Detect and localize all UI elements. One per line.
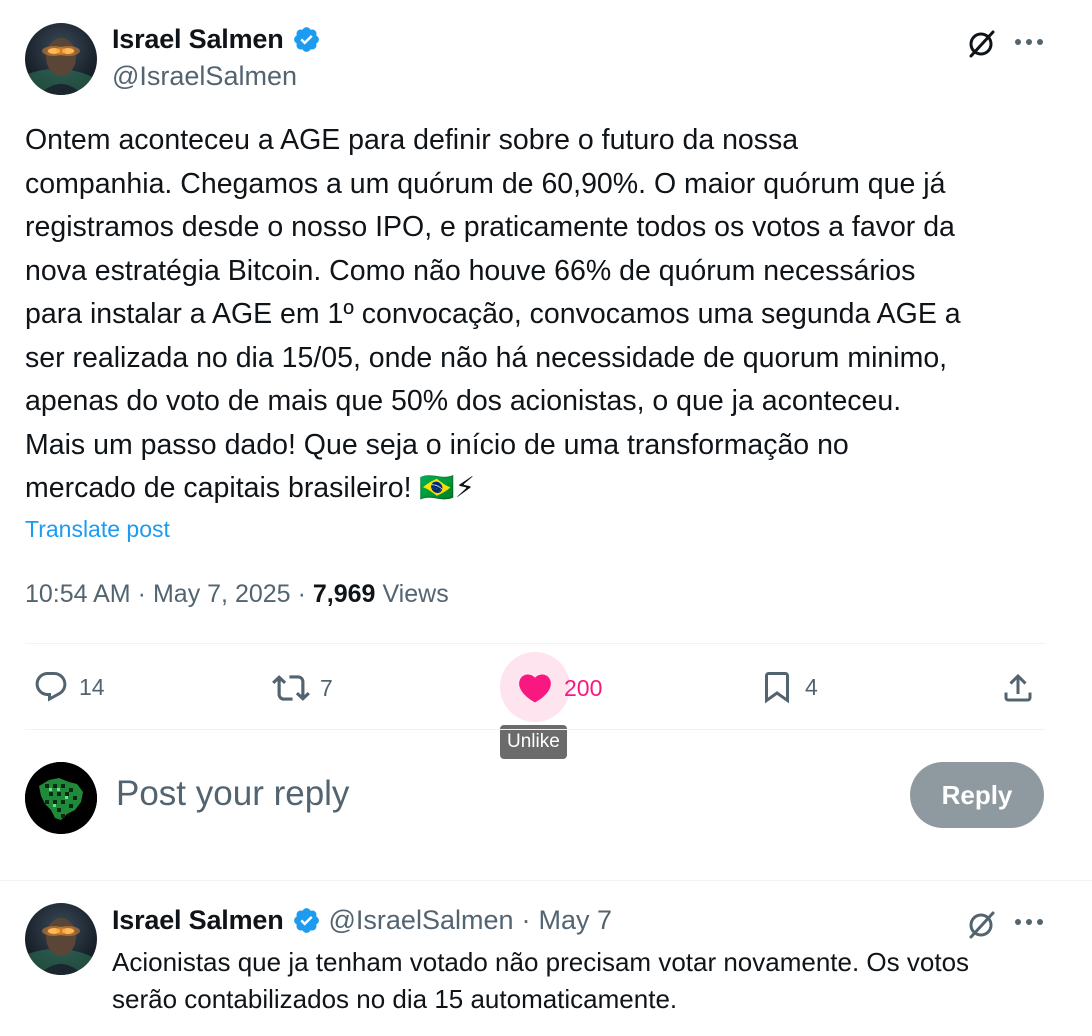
divider [25, 643, 1045, 644]
grok-icon[interactable] [962, 905, 1000, 943]
like-count: 200 [564, 674, 603, 701]
post-text-line: apenas do voto de mais que 50% dos acion… [25, 385, 902, 417]
like-action[interactable]: 200 [516, 669, 602, 707]
reply-date[interactable]: May 7 [539, 905, 613, 936]
repost-icon [272, 669, 310, 707]
post-text: Ontem aconteceu a AGE para definir sobre… [25, 119, 1075, 511]
views-label: Views [382, 580, 449, 608]
post-meta: 10:54 AM · May 7, 2025 · 7,969 Views [25, 580, 449, 609]
divider [25, 729, 1045, 730]
reply-header: Israel Salmen @IsraelSalmen · May 7 [112, 905, 612, 936]
meta-separator: · [297, 580, 306, 608]
repost-count: 7 [320, 674, 333, 701]
post-text-line: nova estratégia Bitcoin. Como não houve … [25, 254, 916, 287]
post-text-line: companhia. Chegamos a um quórum de 60,90… [25, 167, 946, 200]
reply-author-name[interactable]: Israel Salmen [112, 905, 284, 936]
post-text-line: ser realizada no dia 15/05, onde não há … [25, 341, 948, 374]
more-icon[interactable] [1011, 26, 1047, 58]
reply-text-line: serão contabilizados no dia 15 automatic… [112, 984, 678, 1014]
grok-icon[interactable] [962, 24, 1000, 62]
bookmark-count: 4 [805, 673, 818, 700]
reply-input[interactable]: Post your reply [116, 774, 349, 814]
views-count: 7,969 [313, 580, 376, 609]
reply-count: 14 [79, 673, 105, 700]
verified-badge-icon [292, 25, 321, 54]
meta-separator: · [137, 580, 146, 608]
verified-badge-icon [292, 906, 321, 935]
post-date[interactable]: May 7, 2025 [153, 580, 291, 609]
reply-button[interactable]: Reply [910, 762, 1044, 828]
post-time[interactable]: 10:54 AM [25, 580, 131, 609]
bookmark-icon [759, 669, 795, 705]
reply-author-avatar[interactable] [25, 903, 97, 975]
author-name[interactable]: Israel Salmen [112, 24, 284, 55]
heart-icon [516, 669, 554, 707]
reply-separator: · [521, 905, 531, 935]
repost-action[interactable]: 7 [272, 669, 333, 707]
user-avatar[interactable] [25, 762, 97, 834]
reply-text-line: Acionistas que ja tenham votado não prec… [112, 947, 970, 977]
unlike-tooltip: Unlike [500, 725, 567, 759]
translate-post-link[interactable]: Translate post [25, 516, 170, 543]
share-icon[interactable] [999, 669, 1037, 707]
author-handle[interactable]: @IsraelSalmen [112, 61, 297, 92]
post-text-line: registramos desde o nosso IPO, e pratica… [25, 211, 955, 243]
reply-action[interactable]: 14 [33, 669, 105, 705]
author-avatar[interactable] [25, 23, 97, 95]
post-text-line: para instalar a AGE em 1º convocação, co… [25, 298, 961, 330]
more-icon[interactable] [1011, 906, 1047, 938]
post-text-line: Ontem aconteceu a AGE para definir sobre… [25, 124, 799, 156]
views-count-value: 7,969 [312, 580, 376, 608]
bookmark-action[interactable]: 4 [759, 669, 818, 705]
reply-icon [33, 669, 69, 705]
post-text-line: Mais um passo dado! Que seja o início de… [25, 428, 849, 461]
reply-text: Acionistas que ja tenham votado não prec… [112, 944, 969, 1018]
section-divider [0, 880, 1092, 881]
reply-author-handle[interactable]: @IsraelSalmen [329, 905, 514, 936]
post-text-line: mercado de capitais brasileiro! 🇧🇷⚡ [25, 472, 475, 504]
